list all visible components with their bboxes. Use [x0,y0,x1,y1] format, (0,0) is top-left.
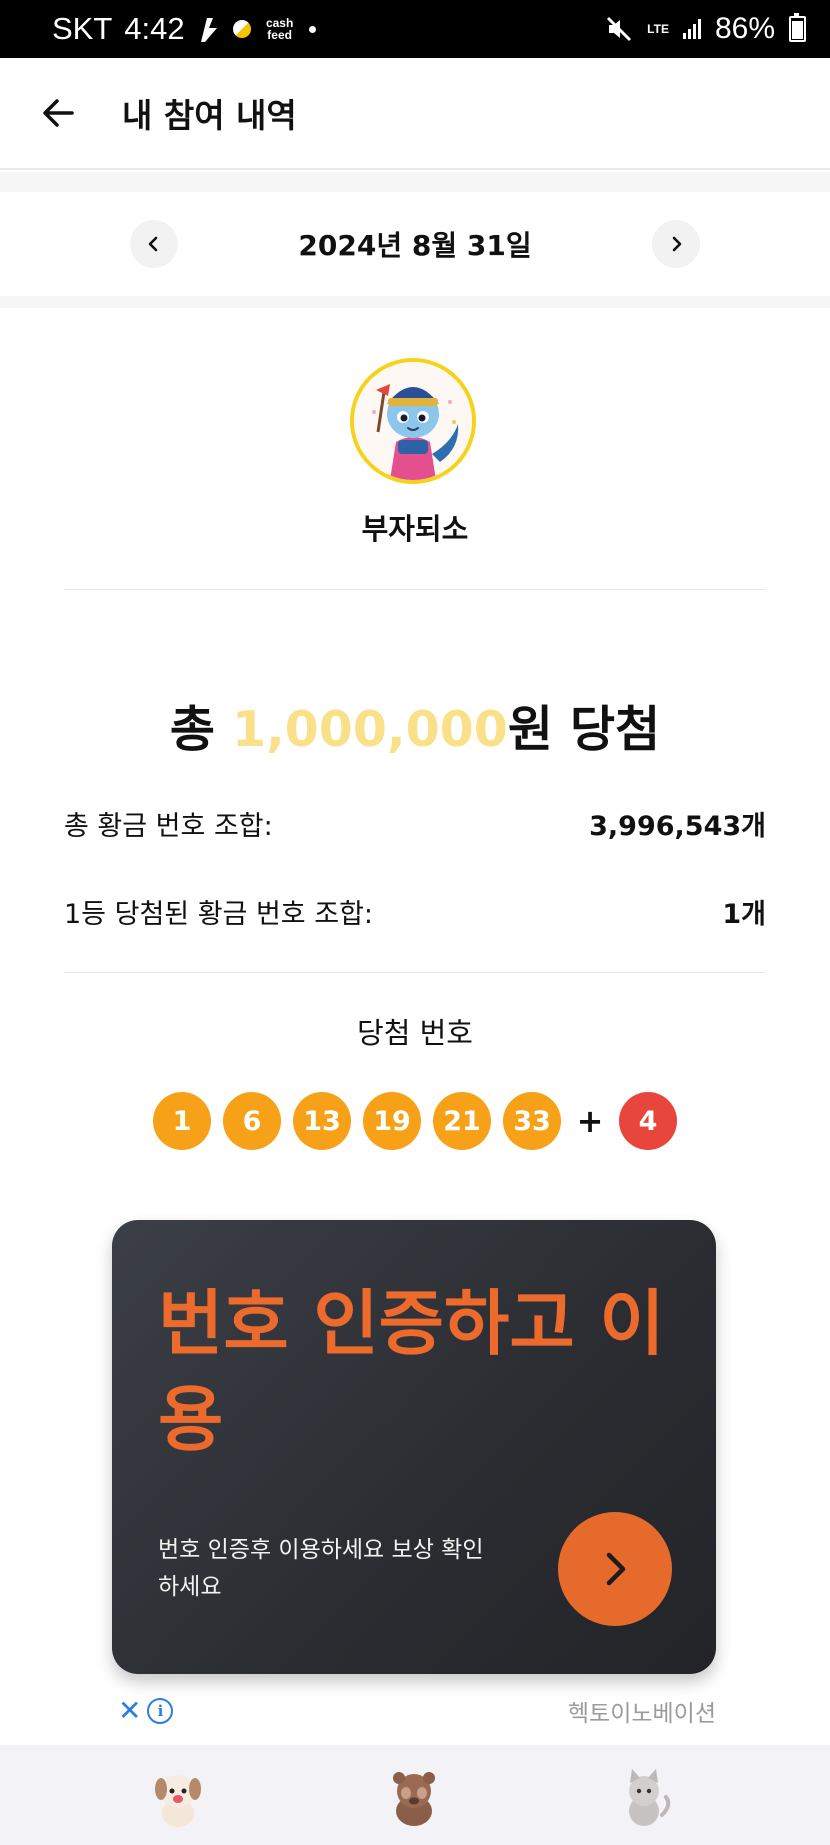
divider [64,972,766,973]
ad-subtitle: 번호 인증후 이용하세요 보상 확인하세요 [158,1537,484,1600]
previous-date-button[interactable] [130,220,178,268]
prize-summary: 총 1,000,000원 당첨 [0,690,830,761]
stat-row: 총 황금 번호 조합: 3,996,543개 [64,804,766,843]
close-ad-icon[interactable]: ✕ [118,1694,141,1727]
stat-label: 총 황금 번호 조합: [64,811,273,842]
app-bar: 내 참여 내역 [0,58,830,170]
avatar [350,358,476,484]
battery-icon [789,13,806,42]
character-illustration [354,362,472,480]
notification-icon [200,18,217,42]
ad-go-button[interactable] [558,1512,672,1626]
chevron-right-icon [606,1552,626,1586]
number-ball: 19 [363,1092,421,1150]
clock: 4:42 [124,11,185,46]
carrier: SKT [52,11,113,46]
number-ball: 33 [503,1092,561,1150]
prize-amount: 1,000,000 [231,701,508,758]
profile-name: 부자되소 [361,512,469,546]
divider [0,172,830,192]
chevron-left-icon [148,236,158,252]
dog-character-icon[interactable] [146,1765,210,1829]
bonus-ball: 4 [619,1092,677,1150]
winning-numbers: 1 6 13 19 21 33 + 4 [0,1092,830,1150]
ad-info-icon[interactable]: i [147,1697,174,1724]
bottom-navigation [0,1745,830,1845]
chevron-right-icon [672,236,682,252]
prize-prefix: 총 [169,701,215,758]
divider [64,589,766,590]
advertiser-name: 헥토이노베이션 [567,1701,716,1727]
number-ball: 1 [153,1092,211,1150]
next-date-button[interactable] [652,220,700,268]
stat-value: 1개 [722,899,766,930]
plus-sign: + [576,1102,604,1140]
cat-character-icon[interactable] [612,1765,676,1829]
page-title: 내 참여 내역 [122,96,297,135]
ad-banner[interactable]: 번호 인증하고 이용 번호 인증후 이용하세요 보상 확인하세요 [112,1220,716,1674]
divider [0,296,830,308]
network-type: LTE [647,22,669,36]
status-bar: SKT 4:42 cash feed LTE 86% [0,0,830,58]
prize-suffix: 원 당첨 [507,701,661,758]
stat-value: 3,996,543개 [589,811,766,842]
number-ball: 6 [223,1092,281,1150]
battery-percent: 86% [714,12,775,45]
stat-row: 1등 당첨된 황금 번호 조합: 1개 [64,892,766,931]
ad-choices[interactable]: ✕ i [118,1694,174,1727]
selected-date: 2024년 8월 31일 [298,229,532,262]
number-ball: 13 [293,1092,351,1150]
back-arrow-icon[interactable] [38,93,78,133]
stat-label: 1등 당첨된 황금 번호 조합: [64,899,374,930]
number-ball: 21 [433,1092,491,1150]
pill-icon [232,20,251,38]
cashfeed-badge: cash feed [265,16,294,42]
more-notifications-dot [308,25,316,33]
ad-title: 번호 인증하고 이용 [158,1282,665,1461]
winning-numbers-label: 당첨 번호 [357,1016,473,1050]
bear-character-icon[interactable] [382,1765,446,1829]
signal-icon [682,19,701,39]
date-navigator: 2024년 8월 31일 [0,192,830,296]
mute-icon [607,16,632,42]
